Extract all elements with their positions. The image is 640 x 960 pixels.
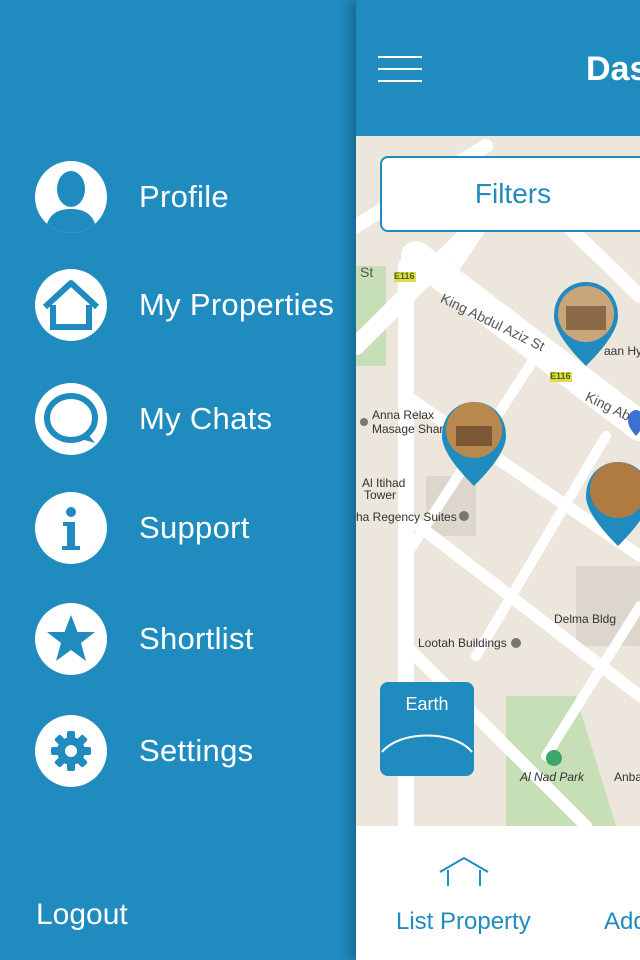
map-label-place-1: Anna Relax bbox=[372, 408, 435, 422]
menu-item-my-chats[interactable]: My Chats bbox=[35, 382, 355, 456]
home-icon bbox=[35, 269, 107, 341]
menu-label-profile: Profile bbox=[139, 179, 229, 214]
filters-button[interactable]: Filters bbox=[380, 156, 640, 232]
info-icon bbox=[35, 492, 107, 564]
menu-item-my-properties[interactable]: My Properties bbox=[35, 268, 355, 342]
home-outline-icon bbox=[439, 856, 489, 886]
menu-label-my-properties: My Properties bbox=[139, 287, 335, 322]
menu-item-profile[interactable]: Profile bbox=[35, 160, 355, 234]
map-label-street-3: St bbox=[360, 264, 374, 280]
top-bar: Das bbox=[356, 0, 640, 136]
star-icon bbox=[35, 603, 107, 675]
map-view[interactable]: King Abdul Aziz St King Ab St Anna Relax… bbox=[356, 136, 640, 826]
filters-label: Filters bbox=[474, 178, 552, 209]
profile-icon bbox=[35, 161, 107, 233]
menu-label-support: Support bbox=[139, 510, 250, 545]
map-label-place-2b: Tower bbox=[364, 488, 397, 502]
chat-icon bbox=[35, 383, 107, 455]
tab-list-property[interactable]: List Property bbox=[396, 908, 531, 936]
tab-add[interactable]: Add bbox=[604, 908, 640, 936]
side-drawer: Profile My Properties My Chats Support S… bbox=[0, 0, 356, 960]
map-label-place-8: aan Hy bbox=[604, 344, 640, 358]
menu-label-my-chats: My Chats bbox=[139, 401, 273, 436]
menu-item-shortlist[interactable]: Shortlist bbox=[35, 602, 355, 676]
menu-label-settings: Settings bbox=[139, 733, 254, 768]
globe-icon bbox=[381, 734, 473, 753]
map-label-place-3: ha Regency Suites bbox=[356, 510, 457, 524]
logout-button[interactable]: Logout bbox=[36, 898, 128, 932]
map-label-place-6: Al Nad Park bbox=[520, 770, 585, 784]
map-label-place-5: Delma Bldg bbox=[554, 612, 617, 626]
menu-label-shortlist: Shortlist bbox=[139, 621, 254, 656]
gear-icon bbox=[35, 715, 107, 787]
earth-view-toggle[interactable]: Earth bbox=[380, 682, 474, 776]
map-label-place-7: Anba bbox=[614, 770, 640, 784]
menu-item-settings[interactable]: Settings bbox=[35, 714, 355, 788]
page-title: Das bbox=[586, 50, 640, 88]
road-sign-1: E116 bbox=[394, 271, 415, 281]
hamburger-menu-icon[interactable] bbox=[378, 56, 424, 82]
map-label-place-1b: Masage Shar bbox=[372, 422, 444, 436]
map-label-place-4: Lootah Buildings bbox=[418, 636, 507, 650]
bottom-tab-bar: List Property Add bbox=[356, 826, 640, 960]
menu-item-support[interactable]: Support bbox=[35, 491, 355, 565]
main-panel: Das King Abdul Aziz St King Ab St Anna R… bbox=[356, 0, 640, 960]
road-sign-2: E116 bbox=[550, 371, 571, 381]
earth-label: Earth bbox=[405, 694, 449, 714]
